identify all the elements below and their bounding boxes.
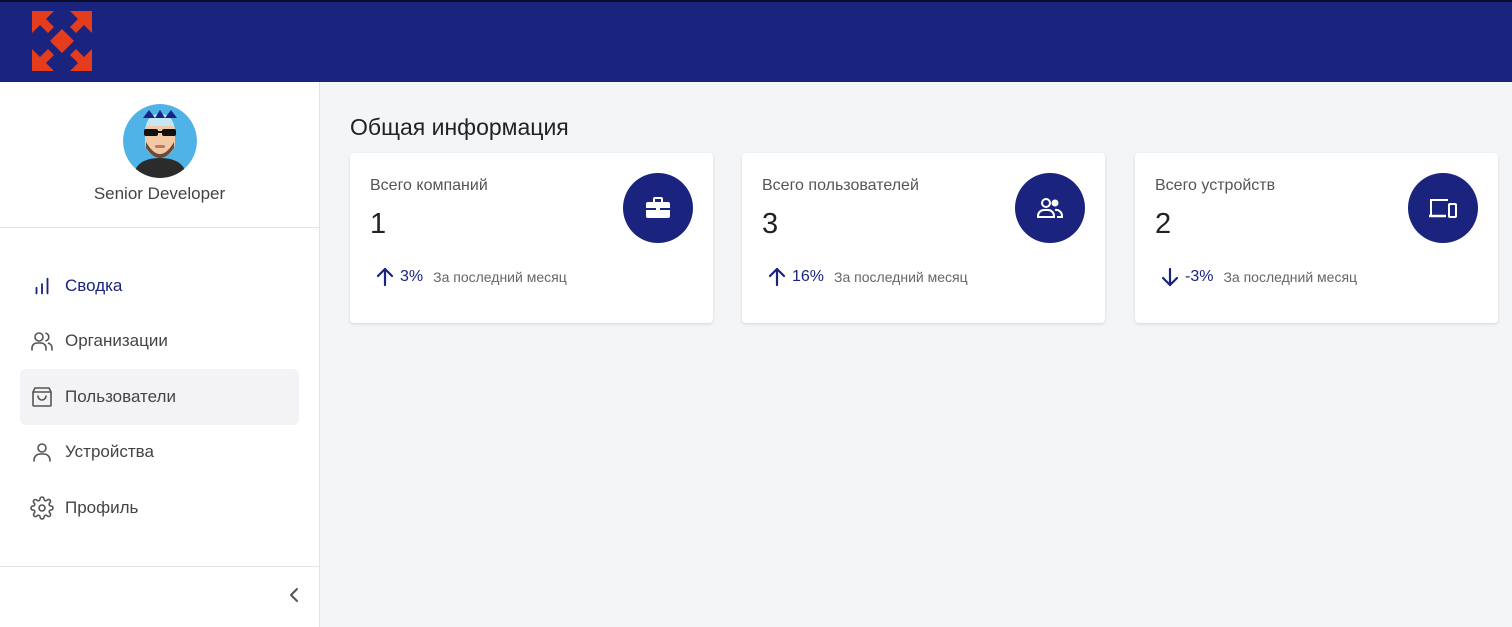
sidebar-item-organizations[interactable]: Организации	[20, 314, 299, 370]
sidebar-item-summary[interactable]: Сводка	[20, 258, 299, 314]
top-bar	[0, 0, 1512, 82]
sidebar-item-devices[interactable]: Устройства	[20, 425, 299, 481]
stat-value: 3	[762, 208, 779, 240]
logo-icon[interactable]	[30, 9, 94, 73]
stat-trend: 16% За последний месяц	[766, 266, 968, 288]
stat-card-devices: Всего устройств 2 -3% За последний месяц	[1135, 153, 1498, 323]
chevron-left-icon	[290, 588, 298, 602]
stat-label: Всего устройств	[1155, 177, 1276, 194]
sidebar-divider	[0, 566, 319, 567]
sidebar-item-label: Пользователи	[65, 386, 176, 406]
user-role: Senior Developer	[93, 184, 226, 203]
shopping-bag-icon	[30, 385, 54, 409]
sidebar-item-label: Организации	[65, 331, 168, 351]
page-title: Общая информация	[350, 114, 569, 140]
avatar[interactable]	[123, 104, 197, 178]
trend-note: За последний месяц	[1223, 269, 1358, 285]
sidebar-item-label: Сводка	[65, 275, 123, 295]
stat-value: 1	[370, 208, 387, 240]
trend-percent: 16%	[792, 268, 825, 285]
stat-card-companies: Всего компаний 1 3% За последний месяц	[350, 153, 713, 323]
sidebar-item-label: Профиль	[65, 497, 139, 517]
sidebar-item-profile[interactable]: Профиль	[20, 480, 299, 536]
sidebar-item-label: Устройства	[65, 442, 154, 462]
stat-value: 2	[1155, 208, 1172, 240]
user-icon	[30, 440, 54, 464]
collapse-sidebar-button[interactable]	[282, 582, 306, 608]
trend-note: За последний месяц	[433, 269, 567, 285]
users-icon	[30, 329, 54, 353]
arrow-down-icon	[1161, 267, 1179, 287]
arrow-up-icon	[768, 267, 786, 287]
stat-label: Всего компаний	[370, 177, 488, 194]
user-profile: Senior Developer	[0, 82, 319, 228]
arrow-up-icon	[376, 267, 394, 287]
devices-icon	[1408, 173, 1478, 243]
trend-note: За последний месяц	[834, 269, 968, 285]
stat-trend: -3% За последний месяц	[1159, 266, 1357, 288]
sidebar: Senior Developer Сводка Организации Поль…	[0, 82, 320, 627]
people-icon	[1015, 173, 1085, 243]
stat-label: Всего пользователей	[762, 177, 919, 194]
sidebar-nav: Сводка Организации Пользователи Устройст…	[20, 258, 299, 536]
sidebar-item-users[interactable]: Пользователи	[20, 369, 299, 425]
trend-percent: 3%	[400, 268, 424, 285]
briefcase-icon	[623, 173, 693, 243]
gear-icon	[30, 495, 54, 520]
trend-percent: -3%	[1185, 268, 1214, 285]
stat-card-users: Всего пользователей 3 16% За последний м…	[742, 153, 1105, 323]
bar-chart-icon	[30, 274, 54, 298]
stat-trend: 3% За последний месяц	[374, 266, 567, 288]
